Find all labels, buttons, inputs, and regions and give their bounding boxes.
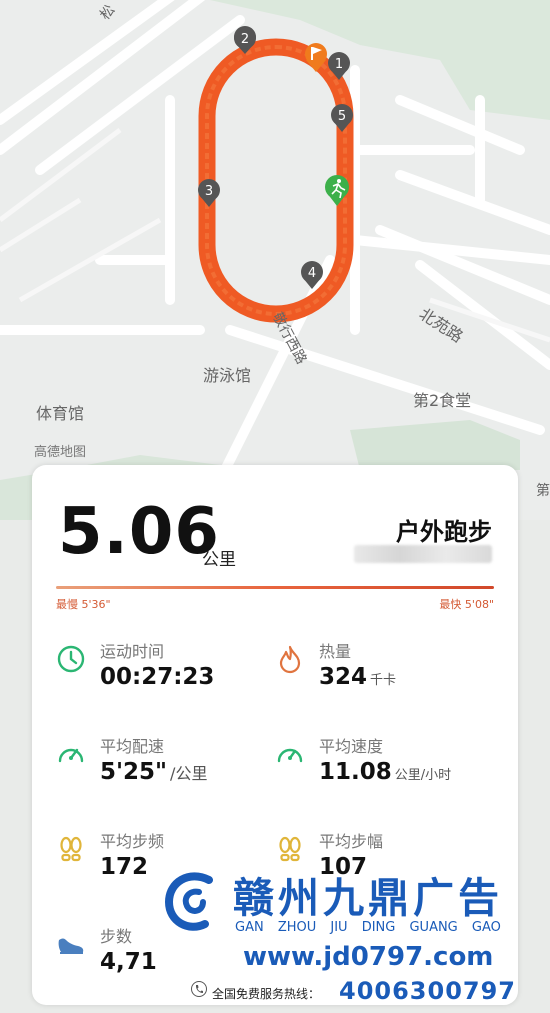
stat-calories: 热量 324 千卡 <box>275 638 485 698</box>
stat-avg-pace-label: 平均配速 <box>100 737 165 756</box>
stat-time: 运动时间 00:27:23 <box>56 638 266 698</box>
stat-time-label: 运动时间 <box>100 642 165 661</box>
map-label-gym: 体育馆 <box>36 404 85 423</box>
ad-watermark: 赣州九鼎广告 GAN ZHOU JIU DING GUANG GAO www.j… <box>155 862 550 1013</box>
stat-avg-pace-value: 5'25"/公里 <box>100 759 208 785</box>
ad-hotline-label: 全国免费服务热线： <box>212 987 321 1001</box>
shoe-icon <box>58 938 84 954</box>
activity-type: 户外跑步 <box>396 518 492 546</box>
svg-text:5: 5 <box>338 109 346 124</box>
fastest-pace: 最快 5'08" <box>439 598 494 611</box>
ad-url: www.jd0797.com <box>243 942 494 972</box>
stat-avg-pace: 平均配速 5'25"/公里 <box>56 733 266 793</box>
map-label-road-right: 第 <box>536 483 550 499</box>
stat-steps-value: 4,71 <box>100 949 157 975</box>
map-label-canteen: 第2食堂 <box>413 391 472 410</box>
gauge-icon <box>58 748 84 763</box>
ad-logo-icon <box>164 872 224 932</box>
map-label-pool: 游泳馆 <box>203 366 252 385</box>
footprints-icon <box>60 836 82 862</box>
distance-unit: 公里 <box>202 550 236 570</box>
svg-text:4: 4 <box>308 266 316 281</box>
pace-bar <box>56 586 494 589</box>
stat-time-value: 00:27:23 <box>100 664 215 690</box>
marker-2-text: 2 <box>241 32 249 47</box>
stat-steps-label: 步数 <box>100 927 133 946</box>
stat-avg-speed: 平均速度 11.08 公里/小时 <box>275 733 485 793</box>
ad-company-name: 赣州九鼎广告 <box>233 874 503 922</box>
ad-pinyin: GAN ZHOU JIU DING GUANG GAO <box>235 920 501 935</box>
stat-cadence-value: 172 <box>100 854 149 880</box>
map-attribution: 高德地图 <box>34 445 87 460</box>
stat-calories-value: 324 千卡 <box>319 664 397 690</box>
svg-text:1: 1 <box>335 57 343 72</box>
phone-icon <box>191 981 207 997</box>
stat-calories-label: 热量 <box>319 642 352 661</box>
speedometer-icon <box>277 748 303 763</box>
stat-avg-speed-value: 11.08 公里/小时 <box>319 759 452 785</box>
ad-hotline-number: 4006300797 <box>339 977 516 1005</box>
stat-stride-label: 平均步幅 <box>319 832 384 851</box>
footprints-icon <box>279 836 301 862</box>
blurred-date <box>354 545 492 563</box>
flame-icon <box>279 645 301 674</box>
svg-text:3: 3 <box>205 184 213 199</box>
stat-cadence-label: 平均步频 <box>100 832 165 851</box>
slowest-pace: 最慢 5'36" <box>56 598 111 611</box>
stat-avg-speed-label: 平均速度 <box>319 737 384 756</box>
clock-icon <box>57 645 85 673</box>
distance-value: 5.06 <box>58 495 220 569</box>
